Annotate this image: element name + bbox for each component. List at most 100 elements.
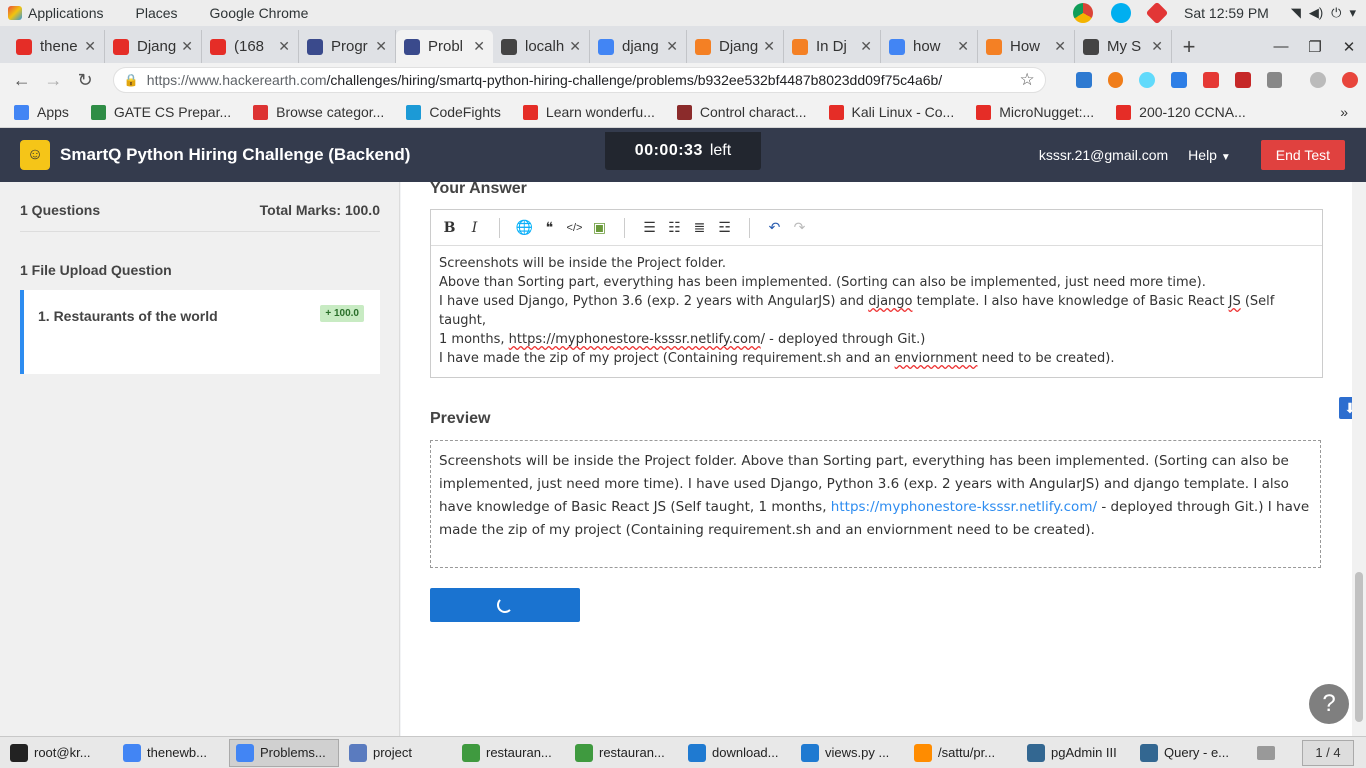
close-tab-icon[interactable]: ✕: [278, 38, 290, 55]
close-tab-icon[interactable]: ✕: [763, 38, 775, 55]
browser-tab[interactable]: thene ✕: [8, 30, 105, 63]
chrome-tray-icon[interactable]: [1073, 3, 1094, 23]
bold-button[interactable]: B: [437, 220, 462, 236]
extension-icon[interactable]: [1107, 72, 1124, 88]
volume-icon[interactable]: ◀): [1309, 5, 1323, 21]
url-text[interactable]: https://www.hackerearth.com/challenges/h…: [147, 72, 1020, 88]
workspace-pager[interactable]: 1 / 4: [1302, 739, 1354, 766]
browser-tab[interactable]: (168 ✕: [202, 30, 299, 63]
user-email[interactable]: ksssr.21@gmail.com: [1039, 147, 1168, 163]
close-window-button[interactable]: ✕: [1332, 38, 1366, 56]
submit-button[interactable]: [430, 588, 580, 622]
applications-menu[interactable]: Applications: [8, 5, 104, 21]
quote-icon[interactable]: ❝: [537, 219, 562, 236]
browser-tab[interactable]: localh ✕: [493, 30, 590, 63]
heading-icon[interactable]: ≣: [687, 219, 712, 236]
bookmark-item[interactable]: Learn wonderfu...: [522, 104, 655, 120]
close-tab-icon[interactable]: ✕: [1054, 38, 1066, 55]
anydesk-tray-icon[interactable]: [1145, 1, 1169, 25]
taskbar-item[interactable]: pgAdmin III: [1020, 739, 1130, 767]
clock[interactable]: Sat 12:59 PM: [1184, 5, 1269, 21]
taskbar-item[interactable]: download...: [681, 739, 791, 767]
link-icon[interactable]: 🌐: [512, 219, 537, 236]
close-tab-icon[interactable]: ✕: [473, 38, 485, 55]
taskbar-item[interactable]: thenewb...: [116, 739, 226, 767]
taskbar-item[interactable]: Problems...: [229, 738, 339, 767]
image-icon[interactable]: ▣: [587, 219, 612, 236]
browser-tab[interactable]: My S ✕: [1075, 30, 1172, 63]
code-icon[interactable]: </>: [562, 222, 587, 234]
taskbar-item[interactable]: restauran...: [455, 739, 565, 767]
extension-icon[interactable]: [1171, 72, 1187, 88]
printer-icon[interactable]: [1257, 745, 1275, 760]
bookmark-item[interactable]: Browse categor...: [253, 104, 384, 120]
bookmark-item[interactable]: GATE CS Prepar...: [90, 104, 231, 120]
close-tab-icon[interactable]: ✕: [84, 38, 96, 55]
unordered-list-icon[interactable]: ☷: [662, 219, 687, 236]
scrollbar-thumb[interactable]: [1355, 572, 1363, 722]
lock-icon[interactable]: 🔒: [124, 73, 139, 87]
bookmarks-overflow-icon[interactable]: »: [1340, 104, 1348, 120]
question-item[interactable]: 1. Restaurants of the world + 100.0: [20, 290, 380, 374]
address-bar[interactable]: 🔒 https://www.hackerearth.com/challenges…: [112, 67, 1046, 93]
reload-button[interactable]: ↻: [69, 70, 101, 91]
help-question-icon[interactable]: ?: [1309, 684, 1349, 724]
power-icon[interactable]: ⏻: [1331, 5, 1341, 21]
close-tab-icon[interactable]: ✕: [375, 38, 387, 55]
extension-icon[interactable]: [1266, 72, 1283, 88]
browser-tab[interactable]: In Dj ✕: [784, 30, 881, 63]
close-tab-icon[interactable]: ✕: [666, 38, 678, 55]
skype-tray-icon[interactable]: [1111, 3, 1132, 23]
maximize-button[interactable]: ❐: [1298, 38, 1332, 56]
bookmark-item[interactable]: Apps: [14, 104, 69, 120]
browser-tab[interactable]: Probl ✕: [396, 30, 493, 63]
places-menu[interactable]: Places: [136, 5, 178, 21]
wifi-icon[interactable]: ◥: [1291, 5, 1301, 21]
bookmark-item[interactable]: CodeFights: [406, 104, 501, 120]
back-button[interactable]: ←: [6, 70, 38, 91]
taskbar-item[interactable]: root@kr...: [3, 739, 113, 767]
close-tab-icon[interactable]: ✕: [1151, 38, 1163, 55]
close-tab-icon[interactable]: ✕: [181, 38, 193, 55]
bookmark-item[interactable]: 200-120 CCNA...: [1116, 104, 1246, 120]
profile-avatar[interactable]: [1310, 72, 1327, 88]
forward-button[interactable]: →: [38, 70, 70, 91]
bookmark-item[interactable]: Kali Linux - Co...: [828, 104, 954, 120]
browser-tab[interactable]: djang ✕: [590, 30, 687, 63]
taskbar-item[interactable]: restauran...: [568, 739, 678, 767]
preview-link[interactable]: https://myphonestore-ksssr.netlify.com/: [831, 499, 1097, 515]
extension-icon[interactable]: [1202, 72, 1219, 88]
browser-tab[interactable]: Djang ✕: [105, 30, 202, 63]
italic-button[interactable]: I: [462, 220, 487, 236]
extension-icon[interactable]: [1075, 72, 1092, 88]
taskbar-item[interactable]: Query - e...: [1133, 739, 1243, 767]
minimize-button[interactable]: —: [1264, 38, 1298, 55]
bookmark-star-icon[interactable]: ☆: [1019, 70, 1034, 90]
undo-icon[interactable]: ↶: [762, 219, 787, 236]
bookmark-item[interactable]: Control charact...: [676, 104, 807, 120]
chevron-down-icon[interactable]: ▾: [1349, 5, 1356, 21]
browser-tab[interactable]: Djang ✕: [687, 30, 784, 63]
react-devtools-icon[interactable]: [1139, 72, 1156, 88]
taskbar-item[interactable]: views.py ...: [794, 739, 904, 767]
browser-tab[interactable]: Progr ✕: [299, 30, 396, 63]
browser-tab[interactable]: How ✕: [978, 30, 1075, 63]
close-tab-icon[interactable]: ✕: [569, 38, 581, 55]
extension-icon[interactable]: [1234, 72, 1251, 88]
page-scrollbar[interactable]: [1352, 182, 1366, 736]
answer-textarea[interactable]: Screenshots will be inside the Project f…: [431, 246, 1322, 376]
redo-icon[interactable]: ↷: [787, 219, 812, 236]
new-tab-button[interactable]: +: [1172, 30, 1206, 63]
taskbar-item[interactable]: project: [342, 739, 452, 767]
ordered-list-icon[interactable]: ☰: [637, 219, 662, 236]
update-icon[interactable]: [1342, 72, 1359, 88]
close-tab-icon[interactable]: ✕: [860, 38, 872, 55]
bookmark-item[interactable]: MicroNugget:...: [976, 104, 1094, 120]
horizontal-rule-icon[interactable]: ☲: [712, 219, 737, 236]
taskbar-item[interactable]: /sattu/pr...: [907, 739, 1017, 767]
end-test-button[interactable]: End Test: [1260, 140, 1345, 170]
help-dropdown[interactable]: Help ▼: [1188, 147, 1231, 163]
app-menu[interactable]: Google Chrome: [210, 5, 309, 21]
browser-tab[interactable]: how ✕: [881, 30, 978, 63]
close-tab-icon[interactable]: ✕: [957, 38, 969, 55]
